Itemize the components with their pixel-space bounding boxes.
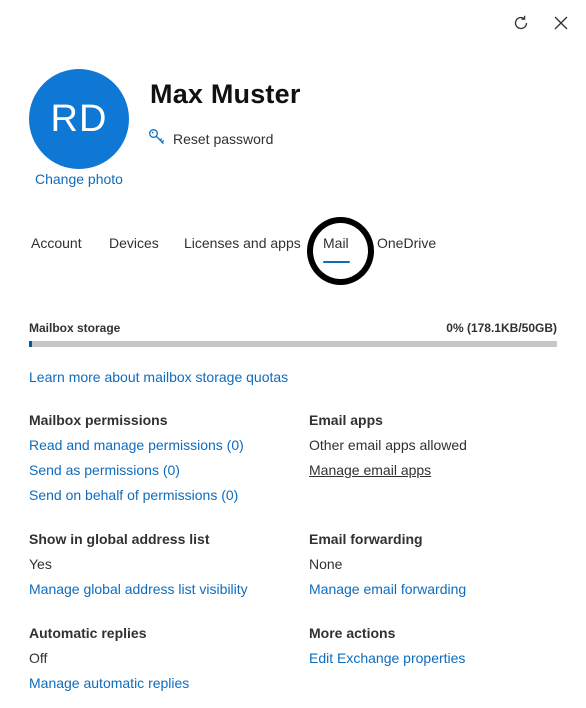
- edit-exchange-properties-link[interactable]: Edit Exchange properties: [309, 646, 465, 671]
- manage-automatic-replies-link[interactable]: Manage automatic replies: [29, 671, 189, 696]
- automatic-replies-heading: Automatic replies: [29, 625, 147, 641]
- automatic-replies-value: Off: [29, 650, 48, 666]
- send-as-permissions-link[interactable]: Send as permissions (0): [29, 458, 244, 483]
- automatic-replies-section: Automatic replies Off Manage automatic r…: [29, 621, 189, 696]
- mailbox-storage-value: 0% (178.1KB/50GB): [446, 321, 557, 335]
- manage-global-address-visibility-link[interactable]: Manage global address list visibility: [29, 577, 248, 602]
- email-apps-heading: Email apps: [309, 412, 383, 428]
- send-on-behalf-permissions-link[interactable]: Send on behalf of permissions (0): [29, 483, 244, 508]
- reset-password-label: Reset password: [173, 130, 274, 147]
- read-manage-permissions-link[interactable]: Read and manage permissions (0): [29, 433, 244, 458]
- global-address-list-heading: Show in global address list: [29, 531, 210, 547]
- key-icon: [148, 128, 166, 149]
- mailbox-permissions-section: Mailbox permissions Read and manage perm…: [29, 408, 244, 508]
- user-display-name: Max Muster: [150, 79, 301, 109]
- tab-onedrive[interactable]: OneDrive: [377, 235, 436, 251]
- email-forwarding-heading: Email forwarding: [309, 531, 423, 547]
- tab-account[interactable]: Account: [31, 235, 82, 251]
- mailbox-storage-label: Mailbox storage: [29, 321, 121, 335]
- more-actions-heading: More actions: [309, 625, 396, 641]
- reset-password-button[interactable]: Reset password: [148, 128, 273, 149]
- refresh-icon[interactable]: [510, 12, 532, 34]
- avatar: RD: [29, 69, 129, 169]
- tab-devices[interactable]: Devices: [109, 235, 159, 251]
- close-icon[interactable]: [550, 12, 572, 34]
- panel-header-actions: [510, 12, 572, 34]
- mailbox-storage-bar: [29, 341, 557, 347]
- tab-bar: Account Devices Licenses and apps Mail O…: [0, 235, 586, 265]
- mailbox-permissions-heading: Mailbox permissions: [29, 412, 168, 428]
- learn-more-storage-link[interactable]: Learn more about mailbox storage quotas: [29, 369, 288, 385]
- change-photo-link[interactable]: Change photo: [35, 171, 123, 187]
- avatar-initials: RD: [50, 97, 108, 140]
- email-apps-section: Email apps Other email apps allowed Mana…: [309, 408, 467, 483]
- manage-email-apps-link[interactable]: Manage email apps: [309, 458, 467, 483]
- global-address-list-value: Yes: [29, 556, 52, 572]
- selected-tab-indicator: [323, 261, 350, 263]
- more-actions-section: More actions Edit Exchange properties: [309, 621, 465, 671]
- manage-email-forwarding-link[interactable]: Manage email forwarding: [309, 577, 466, 602]
- tab-licenses-and-apps[interactable]: Licenses and apps: [184, 235, 301, 251]
- global-address-list-section: Show in global address list Yes Manage g…: [29, 527, 248, 602]
- email-apps-value: Other email apps allowed: [309, 437, 467, 453]
- mailbox-storage-fill: [29, 341, 32, 347]
- tab-mail[interactable]: Mail: [323, 235, 349, 251]
- email-forwarding-section: Email forwarding None Manage email forwa…: [309, 527, 466, 602]
- email-forwarding-value: None: [309, 556, 343, 572]
